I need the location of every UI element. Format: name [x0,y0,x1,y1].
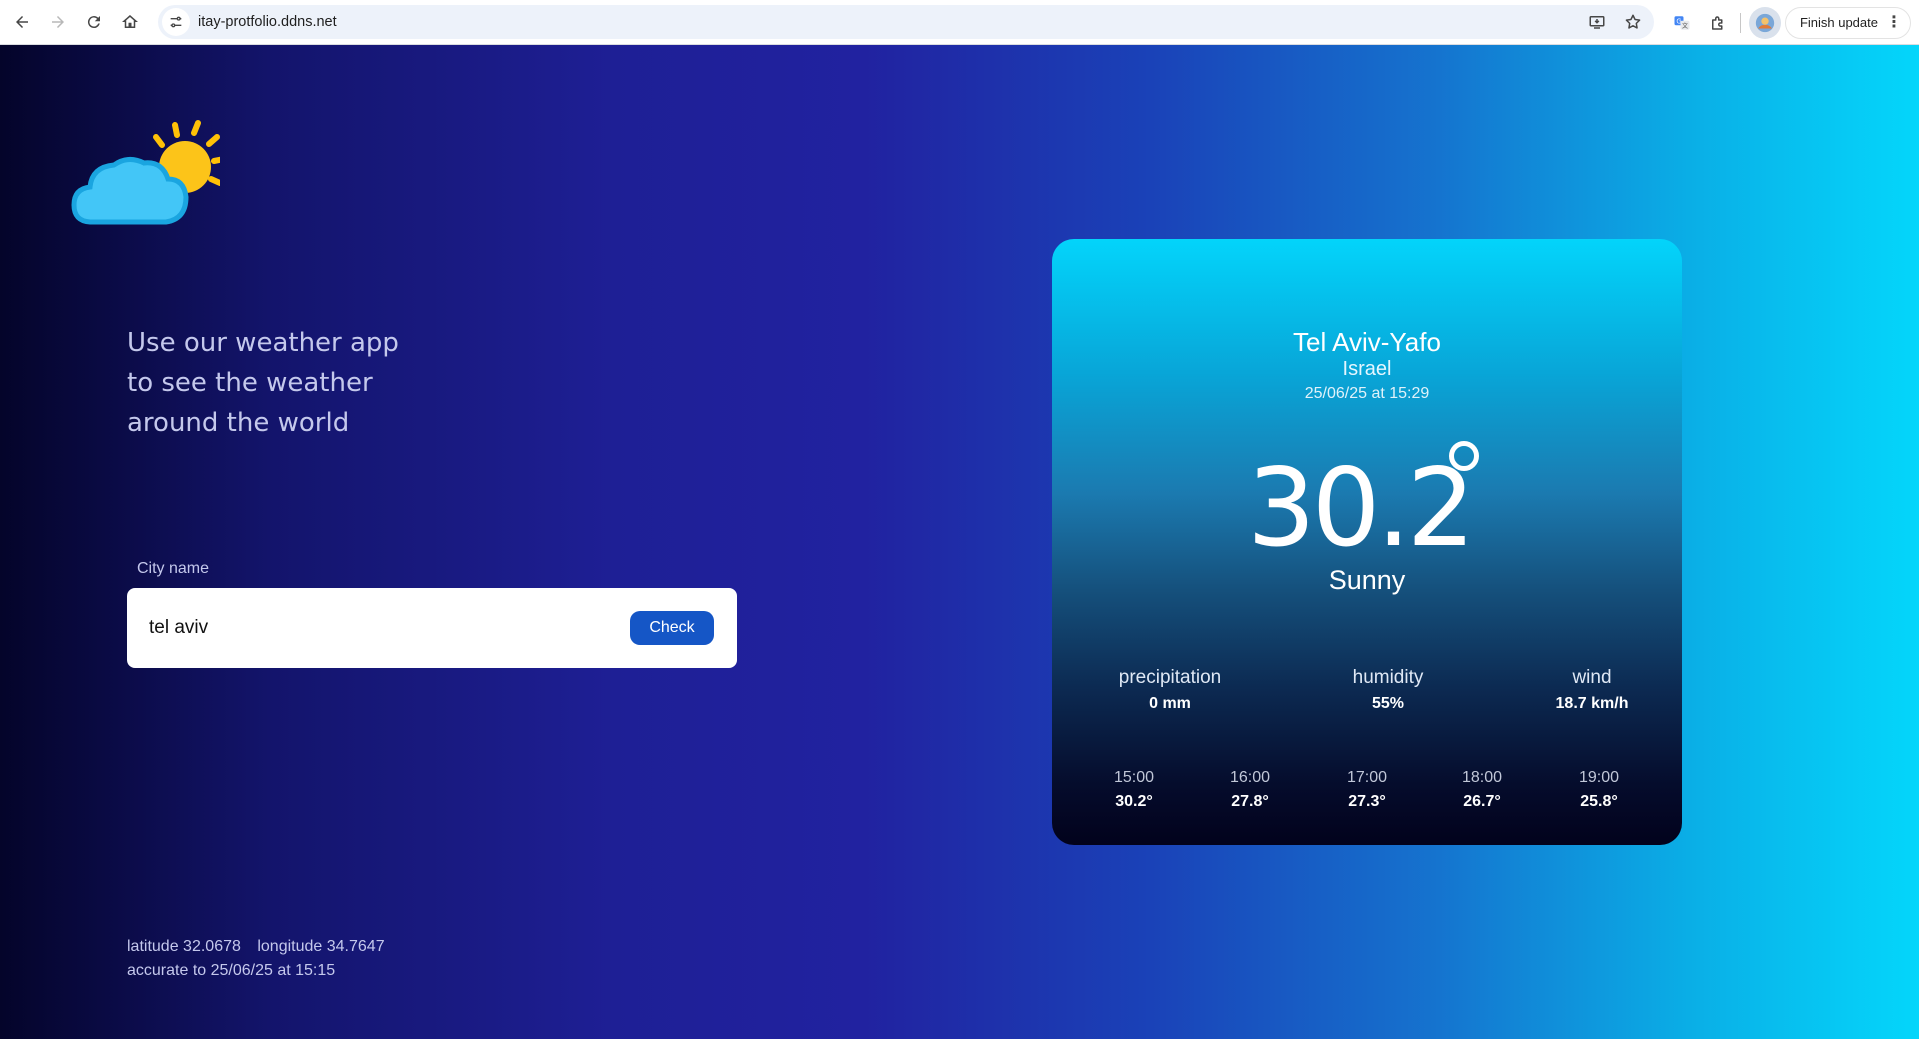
toolbar-divider [1739,12,1741,33]
city-input[interactable] [149,617,599,639]
star-icon [1625,14,1641,29]
weather-card: Tel Aviv-Yafo Israel 25/06/25 at 15:29 3… [1052,239,1682,845]
city-name-label: City name [137,560,210,577]
check-button[interactable]: Check [630,611,714,645]
reload-button[interactable] [76,4,112,40]
stat-precipitation: precipitation 0 mm [1070,667,1270,713]
current-temperature: 30.2 [1247,446,1475,571]
hour-time: 17:00 [1346,769,1388,786]
weather-condition: Sunny [1328,565,1406,595]
hour-temp: 25.8° [1580,793,1618,810]
browser-toolbar: itay-protfolio.ddns.net G文 Finish update… [0,0,1919,45]
home-icon [122,15,138,28]
finish-update-button[interactable]: Finish update ⋮ [1784,6,1911,39]
stat-label: humidity [1352,667,1424,688]
latitude-label: latitude [127,938,179,955]
longitude-label: longitude [257,938,323,955]
profile-avatar[interactable] [1748,6,1781,39]
hour-item: 19:00 25.8° [1549,769,1649,811]
city-title: Tel Aviv-Yafo [1293,327,1441,357]
svg-text:文: 文 [1682,21,1688,29]
accurate-label: accurate to [127,962,207,979]
install-app-button[interactable] [1582,7,1612,37]
accuracy-line: accurate to 25/06/25 at 15:15 [127,959,385,983]
address-bar[interactable]: itay-protfolio.ddns.net [158,5,1654,39]
degree-symbol [1449,441,1479,471]
puzzle-icon [1711,15,1723,30]
stat-label: wind [1572,667,1612,688]
city-search-box: Check [127,588,737,668]
hour-item: 16:00 27.8° [1200,769,1300,811]
hour-temp: 26.7° [1463,793,1501,810]
menu-dots-icon: ⋮ [1886,13,1902,31]
accurate-time: 25/06/25 at 15:15 [210,962,336,979]
hour-temp: 30.2° [1115,793,1153,810]
weather-stats: precipitation 0 mm humidity 55% wind 18.… [1052,667,1682,717]
back-button[interactable] [4,4,40,40]
hour-time: 15:00 [1113,769,1155,786]
site-info-button[interactable] [162,8,190,36]
tune-icon [170,16,182,28]
translate-button[interactable]: G文 [1664,5,1700,41]
bookmark-button[interactable] [1618,7,1648,37]
translate-icon: G文 [1674,15,1690,29]
hour-time: 18:00 [1461,769,1503,786]
hourly-forecast: 15:00 30.2° 16:00 27.8° 17:00 27.3° 18:0… [1052,769,1682,819]
stat-label: precipitation [1118,667,1222,688]
arrow-right-icon [52,16,64,28]
hour-item: 18:00 26.7° [1432,769,1532,811]
arrow-left-icon [16,16,28,28]
hour-temp: 27.3° [1348,793,1386,810]
weather-timestamp: 25/06/25 at 15:29 [1304,385,1430,402]
coordinates-line: latitude 32.0678 longitude 34.7647 [127,935,385,959]
location-info: latitude 32.0678 longitude 34.7647 accur… [127,935,385,983]
temperature-display: 30.2 [1052,441,1682,571]
profile-icon [1755,13,1775,32]
finish-update-label: Finish update [1799,15,1878,30]
hour-item: 15:00 30.2° [1084,769,1184,811]
extensions-button[interactable] [1700,5,1736,41]
tagline: Use our weather app to see the weather a… [127,328,399,438]
hour-item: 17:00 27.3° [1317,769,1417,811]
hour-temp: 27.8° [1231,793,1269,810]
hour-time: 19:00 [1578,769,1620,786]
reload-icon [87,16,100,29]
stat-wind: wind 18.7 km/h [1492,667,1692,713]
stat-value: 0 mm [1149,695,1191,712]
country-name: Israel [1342,358,1392,380]
url-text[interactable]: itay-protfolio.ddns.net [198,14,337,30]
stat-humidity: humidity 55% [1288,667,1488,713]
hour-time: 16:00 [1229,769,1271,786]
weather-logo-icon [71,120,220,225]
longitude-value: 34.7647 [326,938,385,955]
weather-app-page: Use our weather app to see the weather a… [0,45,1919,1039]
stat-value: 55% [1371,695,1405,712]
forward-button[interactable] [40,4,76,40]
stat-value: 18.7 km/h [1555,695,1629,712]
latitude-value: 32.0678 [183,938,241,955]
home-button[interactable] [112,4,148,40]
install-app-icon [1589,16,1605,29]
